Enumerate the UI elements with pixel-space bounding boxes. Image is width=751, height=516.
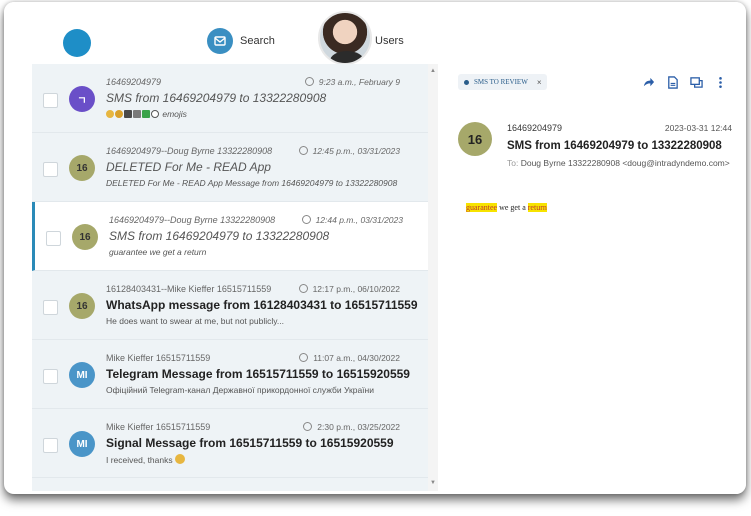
- message-time: 12:44 p.m., 03/31/2023: [301, 215, 403, 225]
- avatar: MI: [69, 362, 95, 388]
- emoji-icon: [106, 110, 114, 118]
- clock-icon: [304, 77, 314, 86]
- more-icon[interactable]: [714, 76, 727, 94]
- select-checkbox[interactable]: [43, 369, 58, 384]
- clock-icon: [299, 353, 309, 362]
- scroll-down-icon[interactable]: ▼: [430, 480, 436, 486]
- app-window: Search Users ㄱ 16469204979 9:23 a.m., Fe…: [4, 2, 746, 494]
- users-nav-label[interactable]: Users: [375, 35, 404, 47]
- body-text: we get a: [497, 203, 528, 212]
- avatar: 16: [72, 224, 98, 250]
- message-snippet: guarantee we get a return: [109, 247, 207, 257]
- select-checkbox[interactable]: [46, 231, 61, 246]
- avatar: ㄱ: [69, 86, 95, 112]
- message-date: 2023-03-31 12:44: [664, 123, 732, 133]
- message-time: 11:07 a.m., 04/30/2022: [299, 353, 400, 363]
- clock-icon: [298, 146, 308, 155]
- list-scrollbar[interactable]: ▲ ▼: [428, 64, 438, 491]
- sender-avatar: 16: [458, 122, 492, 156]
- highlight-keyword: guarantee: [466, 203, 498, 212]
- search-icon[interactable]: [207, 28, 233, 54]
- message-body: guarantee we get a return: [466, 203, 547, 212]
- message-snippet: I received, thanks: [106, 454, 186, 465]
- message-time: 12:17 p.m., 06/10/2022: [298, 284, 400, 294]
- highlight-keyword: return: [527, 203, 547, 212]
- smiley-icon: [175, 454, 185, 464]
- emoji-icon: [151, 110, 159, 118]
- list-item[interactable]: 16 16469204979--Doug Byrne 13322280908 1…: [32, 133, 432, 202]
- emoji-icon: [133, 110, 141, 118]
- list-item[interactable]: 16 16469204979--Doug Byrne 13322280908 1…: [32, 202, 432, 271]
- select-checkbox[interactable]: [43, 93, 58, 108]
- select-checkbox[interactable]: [43, 162, 58, 177]
- app-logo[interactable]: [63, 29, 91, 57]
- list-item[interactable]: ㄱ 16469204979 9:23 a.m., February 9 SMS …: [32, 64, 432, 133]
- list-item[interactable]: 16 16128403431--Mike Kieffer 16515711559…: [32, 271, 432, 340]
- emoji-icon: [115, 110, 123, 118]
- detail-subject: SMS from 16469204979 to 13322280908: [507, 140, 722, 152]
- avatar: 16: [69, 293, 95, 319]
- message-time: 9:23 a.m., February 9: [304, 77, 400, 87]
- message-time: 2:30 p.m., 03/25/2022: [303, 422, 400, 432]
- message-from: 16469204979--Doug Byrne 13322280908: [109, 215, 276, 225]
- document-icon[interactable]: [666, 76, 679, 94]
- message-from: Mike Kieffer 16515711559: [106, 353, 211, 363]
- tag-label: SMS TO REVIEW: [474, 78, 528, 86]
- message-snippet: emojis: [106, 109, 187, 119]
- message-subject: SMS from 16469204979 to 13322280908: [106, 91, 327, 105]
- emoji-icon: [142, 110, 150, 118]
- review-tag[interactable]: SMS TO REVIEW ×: [458, 74, 548, 90]
- message-subject: Telegram Message from 16515711559 to 165…: [106, 367, 410, 381]
- top-navigation: Search Users: [4, 2, 746, 65]
- select-checkbox[interactable]: [43, 438, 58, 453]
- message-list: ㄱ 16469204979 9:23 a.m., February 9 SMS …: [32, 64, 433, 491]
- chat-icon[interactable]: [690, 76, 703, 94]
- message-snippet: He does want to swear at me, but not pub…: [106, 316, 284, 326]
- list-item[interactable]: MI Mike Kieffer 16515711559 11:07 a.m., …: [32, 340, 432, 409]
- message-subject: WhatsApp message from 16128403431 to 165…: [106, 298, 418, 312]
- clock-icon: [298, 284, 308, 293]
- tag-dot-icon: [464, 79, 469, 85]
- select-checkbox[interactable]: [43, 300, 58, 315]
- users-avatar[interactable]: [318, 11, 372, 65]
- avatar: MI: [69, 431, 95, 457]
- message-subject: SMS from 16469204979 to 13322280908: [109, 229, 330, 243]
- message-time: 12:45 p.m., 03/31/2023: [298, 146, 400, 156]
- message-snippet: Офіційний Telegram-канал Державної прико…: [106, 385, 374, 395]
- message-from: Mike Kieffer 16515711559: [106, 422, 211, 432]
- sender-number: 16469204979: [507, 123, 563, 133]
- message-subject: DELETED For Me - READ App: [106, 160, 271, 174]
- message-from: 16128403431--Mike Kieffer 16515711559: [106, 284, 272, 294]
- message-snippet: DELETED For Me - READ App Message from 1…: [106, 178, 398, 188]
- clock-icon: [303, 422, 313, 431]
- remove-tag-button[interactable]: ×: [537, 78, 542, 87]
- scroll-up-icon[interactable]: ▲: [430, 68, 436, 74]
- message-from: 16469204979: [106, 77, 162, 87]
- recipient-line: To: Doug Byrne 13322280908 <doug@intrady…: [507, 158, 730, 168]
- message-detail-pane: SMS TO REVIEW × 16 16469204979 2023-03-3…: [444, 64, 746, 494]
- message-subject: Signal Message from 16515711559 to 16515…: [106, 436, 394, 450]
- avatar: 16: [69, 155, 95, 181]
- emoji-icon: [124, 110, 132, 118]
- message-from: 16469204979--Doug Byrne 13322280908: [106, 146, 273, 156]
- forward-icon[interactable]: [642, 76, 655, 94]
- search-nav-label[interactable]: Search: [240, 35, 275, 47]
- list-item[interactable]: MI Mike Kieffer 16515711559 2:30 p.m., 0…: [32, 409, 432, 478]
- clock-icon: [301, 215, 311, 224]
